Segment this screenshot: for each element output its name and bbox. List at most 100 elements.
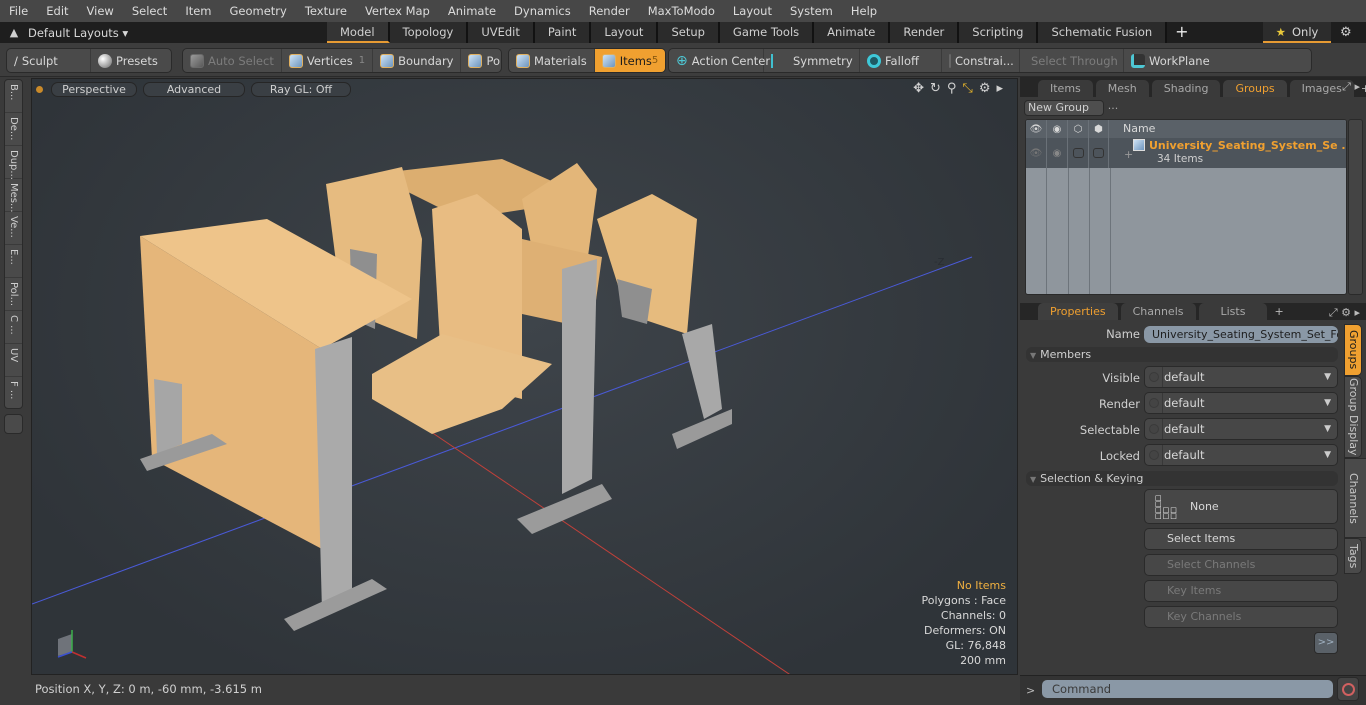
gear-icon[interactable]: ⚙ [1340, 22, 1352, 43]
materials-button[interactable]: Materials [509, 49, 595, 72]
menu-system[interactable]: System [781, 0, 842, 22]
command-input[interactable]: Command [1042, 680, 1333, 698]
key-items-button[interactable]: Key Items [1144, 580, 1338, 602]
tab-shading[interactable]: Shading [1151, 80, 1221, 97]
selection-keying-section[interactable]: ▼ Selection & Keying [1026, 471, 1338, 486]
left-tab-basic[interactable]: B... [5, 80, 22, 113]
name-column-header[interactable]: Name [1109, 120, 1346, 138]
expand-icon[interactable]: + [1124, 148, 1133, 161]
tab-schematic-fusion[interactable]: Schematic Fusion [1038, 22, 1168, 43]
menu-help[interactable]: Help [842, 0, 886, 22]
pan-icon[interactable]: ✥ [913, 81, 924, 96]
selectable-column-icon[interactable]: ⬡ [1068, 120, 1089, 138]
left-tab-deform[interactable]: De... [5, 113, 22, 146]
menu-texture[interactable]: Texture [296, 0, 356, 22]
raygl-button[interactable]: Ray GL: Off [251, 81, 351, 97]
viewport-gear-icon[interactable]: ⚙ [979, 81, 991, 96]
boundary-button[interactable]: Boundary [373, 49, 462, 72]
constraints-button[interactable]: Constrai... [942, 49, 1020, 72]
tab-channels[interactable]: Channels [1120, 303, 1196, 320]
members-section[interactable]: ▼ Members [1026, 347, 1338, 362]
left-tab-edge[interactable]: E... [5, 245, 22, 278]
left-tab-uv[interactable]: UV [5, 344, 22, 377]
menu-vertex-map[interactable]: Vertex Map [356, 0, 439, 22]
tab-model[interactable]: Model [327, 22, 390, 43]
polygons-button[interactable]: Polygons [461, 49, 501, 72]
collapse-icon[interactable]: ▲ [0, 26, 28, 39]
sculpt-button[interactable]: ∕ Sculpt [7, 49, 91, 72]
properties-gear-icon[interactable]: ⤢ ⚙ ▸ [1329, 306, 1360, 320]
tab-render[interactable]: Render [890, 22, 960, 43]
select-items-button[interactable]: Select Items [1144, 528, 1338, 550]
expand-arrow-icon[interactable]: ▸ [996, 81, 1003, 96]
record-macro-button[interactable] [1337, 677, 1359, 701]
row-lock-toggle[interactable] [1089, 138, 1109, 168]
falloff-button[interactable]: Falloff [860, 49, 942, 72]
menu-file[interactable]: File [0, 0, 37, 22]
tab-topology[interactable]: Topology [389, 22, 469, 43]
left-tab-vertex[interactable]: Ve... [5, 212, 22, 245]
add-properties-tab-icon[interactable]: + [1270, 303, 1287, 320]
only-toggle[interactable]: ★ Only [1263, 22, 1331, 43]
side-tab-groups[interactable]: Groups [1344, 324, 1362, 376]
key-channels-button[interactable]: Key Channels [1144, 606, 1338, 628]
render-column-icon[interactable]: ◉ [1047, 120, 1068, 138]
tab-items[interactable]: Items [1038, 80, 1093, 97]
rotate-icon[interactable]: ↻ [930, 81, 941, 96]
menu-item[interactable]: Item [176, 0, 220, 22]
tab-mesh[interactable]: Mesh ... [1095, 80, 1149, 112]
left-tab-mesh-edit[interactable]: Mes... [5, 179, 22, 213]
tab-game-tools[interactable]: Game Tools [719, 22, 815, 43]
select-through-button[interactable]: Select Through [1020, 49, 1124, 72]
action-center-button[interactable]: ⊕ Action Center [669, 49, 770, 72]
menu-render[interactable]: Render [580, 0, 639, 22]
new-group-button[interactable]: New Group [1024, 100, 1104, 116]
tab-paint[interactable]: Paint [534, 22, 592, 43]
tab-uvedit[interactable]: UVEdit [468, 22, 535, 43]
vertices-button[interactable]: Vertices 1 [282, 49, 374, 72]
menu-select[interactable]: Select [123, 0, 176, 22]
lock-column-icon[interactable]: ⬢ [1089, 120, 1109, 138]
tab-animate[interactable]: Animate [814, 22, 891, 43]
auto-select-button[interactable]: Auto Select [183, 49, 282, 72]
tab-groups[interactable]: Groups [1223, 80, 1287, 97]
row-visibility-icon[interactable]: 👁 [1026, 138, 1047, 168]
panel-expand-icon[interactable]: ⤢ ▸ [1342, 80, 1360, 94]
menu-layout[interactable]: Layout [724, 0, 781, 22]
tab-layout[interactable]: Layout [591, 22, 659, 43]
view-type-button[interactable]: Perspective [51, 81, 137, 97]
row-selectable-toggle[interactable] [1068, 138, 1089, 168]
left-tab-duplicate[interactable]: Dup... [5, 146, 22, 180]
name-field[interactable]: University_Seating_System_Set_Four [1144, 326, 1338, 343]
zoom-icon[interactable]: ⚲ [947, 81, 957, 96]
left-tab-extra[interactable] [4, 414, 23, 434]
tab-scripting[interactable]: Scripting [959, 22, 1039, 43]
side-tab-tags[interactable]: Tags [1344, 538, 1362, 574]
left-tab-curve[interactable]: C ... [5, 311, 22, 344]
workplane-button[interactable]: WorkPlane [1124, 49, 1217, 72]
add-tab-button[interactable]: + [1167, 22, 1196, 43]
menu-maxtomodo[interactable]: MaxToModo [639, 0, 724, 22]
menu-edit[interactable]: Edit [37, 0, 77, 22]
items-button[interactable]: Items 5 [594, 49, 665, 72]
menu-animate[interactable]: Animate [439, 0, 505, 22]
side-tab-user-channels[interactable]: User Channels [1344, 458, 1366, 538]
menu-dynamics[interactable]: Dynamics [505, 0, 580, 22]
side-tab-group-display[interactable]: Group Display [1344, 376, 1362, 458]
visible-dropdown[interactable]: default ▼ [1144, 366, 1338, 388]
menu-view[interactable]: View [78, 0, 123, 22]
select-channels-button[interactable]: Select Channels [1144, 554, 1338, 576]
tab-properties[interactable]: Properties [1038, 303, 1118, 320]
groups-scrollbar[interactable] [1348, 119, 1363, 295]
menu-geometry[interactable]: Geometry [221, 0, 296, 22]
viewport-menu-dot[interactable] [36, 85, 43, 93]
tab-lists[interactable]: Lists [1198, 303, 1268, 320]
presets-button[interactable]: Presets [91, 49, 165, 72]
selectable-dropdown[interactable]: default ▼ [1144, 418, 1338, 440]
group-row[interactable]: 👁 ◉ + University_Seating_System_Se ... 3… [1026, 138, 1346, 168]
visibility-column-icon[interactable]: 👁 [1026, 120, 1047, 138]
more-button[interactable]: >> [1314, 632, 1338, 654]
locked-dropdown[interactable]: default ▼ [1144, 444, 1338, 466]
tab-setup[interactable]: Setup [658, 22, 720, 43]
row-render-icon[interactable]: ◉ [1047, 138, 1068, 168]
